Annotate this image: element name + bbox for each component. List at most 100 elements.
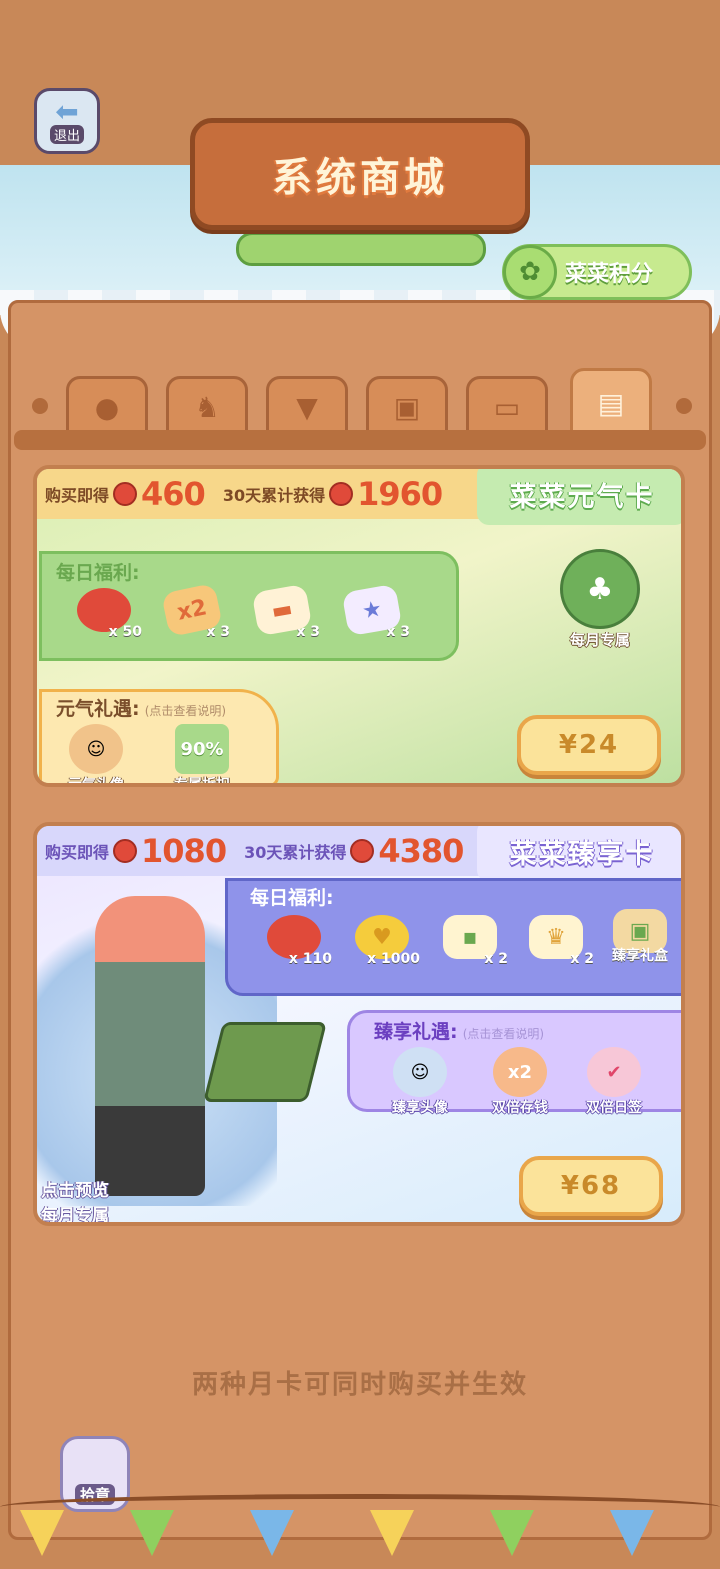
perk-caption: 专属折扣 <box>174 777 230 787</box>
preview-line1: 点击预览 <box>41 1181 109 1201</box>
exit-button[interactable]: ⬅ 退出 <box>34 88 100 154</box>
perk-caption: 元气头像 <box>68 777 124 787</box>
back-arrow-icon: ⬅ <box>55 94 79 128</box>
tab-clothing[interactable]: ▼ <box>266 376 348 438</box>
tab-fruit[interactable]: ● <box>66 376 148 438</box>
perk-item: ☺ 臻享头像 <box>392 1047 448 1117</box>
clover-icon: ♣ <box>560 549 640 629</box>
perk-note: (点击查看说明) <box>462 1027 545 1041</box>
buy-label: 购买即得 <box>45 486 110 505</box>
daily-item: x 110 <box>256 915 332 987</box>
item-qty: x 1000 <box>367 951 420 967</box>
perk-header: 臻享礼遇: (点击查看说明) <box>374 1017 544 1044</box>
flag <box>130 1510 174 1556</box>
cabbage-icon: ✿ <box>503 245 557 299</box>
card-icon: ▤ <box>597 386 625 420</box>
perk-item: x2 双倍存钱 <box>492 1047 548 1117</box>
character-figure <box>95 896 205 1196</box>
premium-card[interactable]: 购买即得 1080 30天累计获得 4380 菜菜臻享卡 点击预览 每月专属 每… <box>33 822 685 1226</box>
ticket-icon: ▭ <box>493 390 521 424</box>
perk-item: 90% 专属折扣 <box>174 724 230 787</box>
daily-benefits-panel: 每日福利: x 110 ♥ x 1000 ▪ x 2 ♛ x 2 ▣ 臻享礼盒 <box>225 878 681 996</box>
perk-caption: 双倍存钱 <box>492 1100 548 1116</box>
buy-value: 460 <box>141 475 206 513</box>
perks-panel[interactable]: 元气礼遇: (点击查看说明) ☺ 元气头像 90% 专属折扣 <box>39 689 279 787</box>
item-qty: x 110 <box>288 951 332 967</box>
tab-gift[interactable]: ▣ <box>366 376 448 438</box>
daily-label: 每日福利: <box>56 562 140 584</box>
buy-label: 购买即得 <box>45 843 110 862</box>
tab-coupon[interactable]: ▭ <box>466 376 548 438</box>
cherry-icon <box>329 482 354 506</box>
card-title: 菜菜元气卡 <box>477 469 681 525</box>
shelf-rivet <box>32 398 48 414</box>
cherry-icon <box>350 839 375 863</box>
item-qty: 臻享礼盒 <box>612 948 668 964</box>
llama-icon: ♞ <box>194 390 220 424</box>
daily-label: 每日福利: <box>250 887 334 909</box>
points-button[interactable]: ✿ 菜菜积分 <box>502 244 692 300</box>
shirt-icon: ▼ <box>296 390 318 424</box>
check-calendar-icon: ✔ <box>587 1047 641 1097</box>
perk-label: 元气礼遇: <box>56 698 140 720</box>
card-title: 菜菜臻享卡 <box>477 826 681 882</box>
flag <box>250 1510 294 1556</box>
preview-line2: 每月专属 <box>41 1206 109 1226</box>
bunting-decoration <box>0 1490 720 1569</box>
accum-label: 30天累计获得 <box>244 843 347 862</box>
shelf-bar <box>14 430 706 450</box>
perk-caption: 臻享头像 <box>392 1100 448 1116</box>
daily-item: ★ x 3 <box>334 583 410 660</box>
card-info-bar: 购买即得 1080 30天累计获得 4380 <box>37 826 499 876</box>
category-tabs: ● ♞ ▼ ▣ ▭ ▤ <box>14 368 706 438</box>
daily-item: x 50 <box>66 588 142 660</box>
daily-item: ▬ x 3 <box>244 583 320 660</box>
flag <box>610 1510 654 1556</box>
accum-value: 4380 <box>378 832 464 870</box>
daily-item: ♛ x 2 <box>518 915 594 987</box>
flag <box>20 1510 64 1556</box>
shelf-rivet <box>676 398 692 414</box>
cherry-icon <box>113 839 138 863</box>
tab-animal[interactable]: ♞ <box>166 376 248 438</box>
flag <box>490 1510 534 1556</box>
vitality-card[interactable]: 购买即得 460 30天累计获得 1960 菜菜元气卡 每日福利: x 50 x… <box>33 465 685 787</box>
daily-item: x2 x 3 <box>154 582 230 660</box>
daily-benefits-panel: 每日福利: x 50 x2 x 3 ▬ x 3 ★ x 3 <box>39 551 459 661</box>
footer-note: 两种月卡可同时购买并生效 <box>191 1370 528 1400</box>
accum-label: 30天累计获得 <box>222 486 326 505</box>
tab-card[interactable]: ▤ <box>570 368 652 438</box>
page-title: 系统商城 <box>272 155 448 201</box>
vine-decoration <box>236 232 486 266</box>
preview-label[interactable]: 点击预览 每月专属 <box>41 1176 109 1226</box>
buy-price-button[interactable]: ¥24 <box>517 715 661 775</box>
cherry-icon <box>113 482 138 506</box>
gift-box-icon: ▣ <box>393 390 421 424</box>
daily-item: ▪ x 2 <box>432 915 508 987</box>
item-qty: x 2 <box>570 951 594 967</box>
perk-item: ☺ 元气头像 <box>68 724 124 787</box>
accum-value: 1960 <box>357 475 443 513</box>
perk-caption: 双倍日签 <box>586 1100 642 1116</box>
flag <box>370 1510 414 1556</box>
monthly-exclusive[interactable]: ♣ 每月专属 <box>555 549 645 659</box>
perk-item: ✔ 双倍日签 <box>586 1047 642 1117</box>
perk-label: 臻享礼遇: <box>374 1021 458 1043</box>
exit-label: 退出 <box>49 124 84 144</box>
perk-note: (点击查看说明) <box>144 704 227 718</box>
avatar-icon: ☺ <box>69 724 123 774</box>
monthly-label: 每月专属 <box>569 631 630 649</box>
avatar-icon: ☺ <box>393 1047 447 1097</box>
buy-price-button[interactable]: ¥68 <box>519 1156 663 1216</box>
shop-signboard: 系统商城 <box>190 118 530 230</box>
buy-value: 1080 <box>141 832 227 870</box>
perks-panel[interactable]: 臻享礼遇: (点击查看说明) ☺ 臻享头像 x2 双倍存钱 ✔ 双倍日签 <box>347 1010 681 1116</box>
item-qty: x 50 <box>108 624 142 640</box>
orange-fruit-icon: ● <box>94 390 120 424</box>
garden-bed-icon <box>203 1022 327 1102</box>
daily-item[interactable]: ▣ 臻享礼盒 <box>600 909 680 981</box>
daily-item: ♥ x 1000 <box>344 915 420 987</box>
card-info-bar: 购买即得 460 30天累计获得 1960 <box>37 469 507 519</box>
points-label: 菜菜积分 <box>565 262 654 287</box>
perk-header: 元气礼遇: (点击查看说明) <box>56 694 226 721</box>
